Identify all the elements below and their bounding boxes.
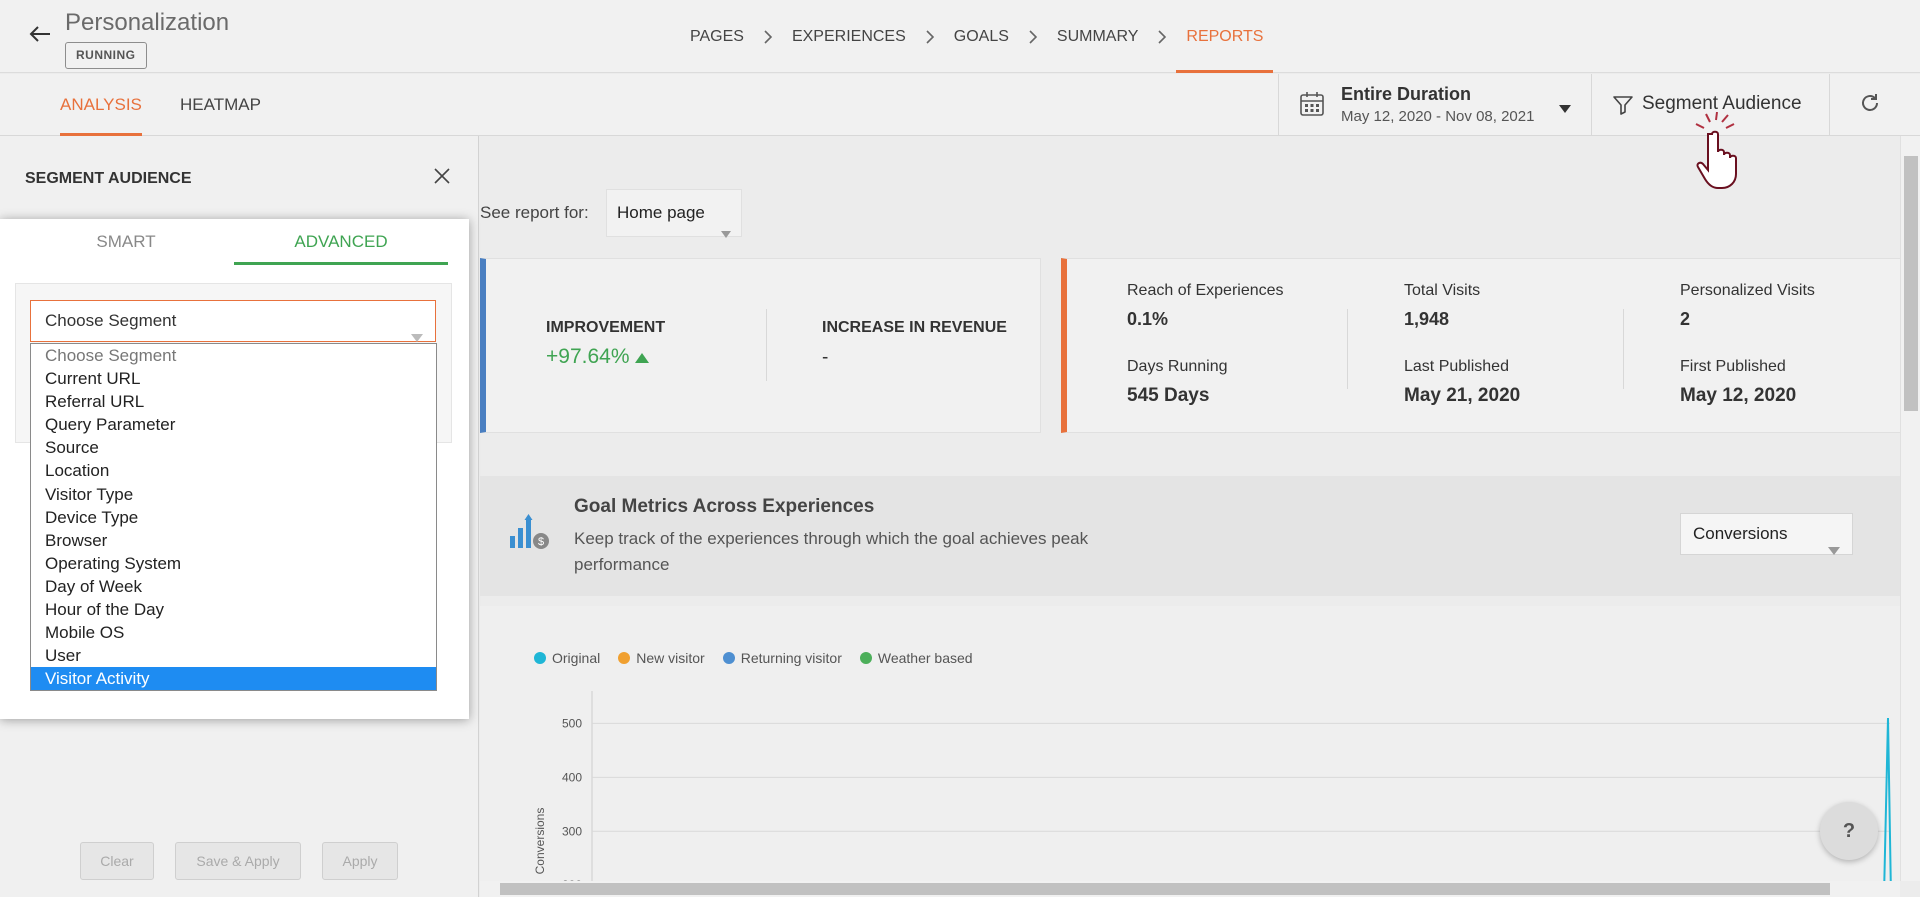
total-visits-value: 1,948 — [1404, 309, 1450, 329]
reach-value: 0.1% — [1127, 309, 1169, 329]
scrollbar-thumb[interactable] — [1904, 156, 1918, 411]
y-axis-label: Conversions — [533, 808, 547, 875]
y-tick-label: 500 — [562, 716, 582, 730]
option-visitor-type[interactable]: Visitor Type — [31, 483, 436, 506]
page-title: Personalization — [65, 9, 230, 36]
page-select[interactable]: Home page — [606, 189, 742, 238]
option-referral-url[interactable]: Referral URL — [31, 390, 436, 413]
pointer-hand-icon — [1690, 111, 1750, 197]
divider — [1347, 309, 1348, 389]
improvement-card: IMPROVEMENT +97.64% INCREASE IN REVENUE … — [480, 258, 1041, 433]
option-user[interactable]: User — [31, 644, 436, 667]
personalized-visits-label: Personalized Visits — [1680, 282, 1815, 299]
days-running-label: Days Running — [1127, 358, 1228, 375]
divider — [766, 309, 767, 381]
close-icon[interactable] — [432, 166, 458, 192]
report-main: See report for: Home page IMPROVEMENT +9… — [480, 136, 1900, 881]
improvement-label: IMPROVEMENT — [546, 319, 666, 336]
tab-heatmap[interactable]: HEATMAP — [180, 74, 261, 135]
last-published-label: Last Published — [1404, 358, 1509, 375]
revenue-value: - — [822, 347, 829, 368]
apply-button[interactable]: Apply — [322, 842, 398, 880]
goal-metrics-description: Keep track of the experiences through wh… — [574, 529, 1089, 574]
chevron-right-icon — [757, 29, 779, 44]
revenue-label: INCREASE IN REVENUE — [822, 319, 1007, 336]
clear-button[interactable]: Clear — [80, 842, 154, 880]
step-summary[interactable]: SUMMARY — [1047, 0, 1149, 73]
tab-smart[interactable]: SMART — [20, 219, 232, 265]
option-day-of-week[interactable]: Day of Week — [31, 575, 436, 598]
first-published-value: May 12, 2020 — [1680, 385, 1797, 406]
panel-title: SEGMENT AUDIENCE — [25, 170, 192, 187]
report-toolbar: ANALYSIS HEATMAP Entire Duration May 12,… — [0, 74, 1920, 136]
step-goals[interactable]: GOALS — [944, 0, 1019, 73]
option-query-parameter[interactable]: Query Parameter — [31, 413, 436, 436]
option-mobile-os[interactable]: Mobile OS — [31, 621, 436, 644]
goal-metrics-title: Goal Metrics Across Experiences — [574, 496, 875, 517]
vertical-scrollbar[interactable] — [1900, 136, 1920, 881]
chart-canvas: 200300400500Conversions — [533, 691, 1892, 881]
segment-options-list: Choose Segment Current URL Referral URL … — [30, 343, 437, 691]
option-device-type[interactable]: Device Type — [31, 506, 436, 529]
divider — [1623, 309, 1624, 389]
scrollbar-thumb[interactable] — [500, 883, 1830, 895]
total-visits-label: Total Visits — [1404, 282, 1481, 299]
see-report-label: See report for: — [480, 203, 589, 222]
option-current-url[interactable]: Current URL — [31, 367, 436, 390]
metric-select-value: Conversions — [1693, 524, 1788, 543]
step-experiences[interactable]: EXPERIENCES — [782, 0, 916, 73]
date-range-picker[interactable]: Entire Duration May 12, 2020 - Nov 08, 2… — [1278, 74, 1592, 136]
days-running-value: 545 Days — [1127, 385, 1210, 406]
chevron-right-icon — [1151, 29, 1173, 44]
tab-advanced[interactable]: ADVANCED — [234, 219, 448, 265]
back-arrow-icon[interactable] — [26, 20, 54, 48]
calendar-icon — [1299, 91, 1325, 122]
select-value: Choose Segment — [45, 311, 177, 330]
caret-down-icon — [721, 210, 731, 256]
chevron-right-icon — [919, 29, 941, 44]
personalized-visits-value: 2 — [1680, 309, 1691, 329]
growth-chart-icon: $ — [508, 514, 550, 555]
save-apply-button[interactable]: Save & Apply — [175, 842, 301, 880]
date-range-title: Entire Duration — [1341, 84, 1472, 104]
option-operating-system[interactable]: Operating System — [31, 552, 436, 575]
status-badge: RUNNING — [65, 42, 147, 69]
segment-modal: SMART ADVANCED Choose Segment Choose Seg… — [0, 219, 469, 719]
option-hour-of-day[interactable]: Hour of the Day — [31, 598, 436, 621]
improvement-number: +97.64% — [546, 345, 630, 368]
series-line-original — [1883, 717, 1892, 881]
arrow-up-icon — [635, 345, 650, 368]
improvement-value: +97.64% — [546, 345, 650, 369]
top-header: Personalization RUNNING PAGES EXPERIENCE… — [0, 0, 1920, 73]
step-reports[interactable]: REPORTS — [1176, 0, 1274, 73]
option-location[interactable]: Location — [31, 459, 436, 482]
y-tick-label: 300 — [562, 824, 582, 838]
step-pages[interactable]: PAGES — [680, 0, 754, 73]
choose-segment-select[interactable]: Choose Segment — [30, 300, 436, 342]
horizontal-scrollbar[interactable] — [480, 881, 1900, 897]
reach-label: Reach of Experiences — [1127, 282, 1284, 299]
caret-down-icon — [1559, 100, 1571, 118]
option-visitor-activity[interactable]: Visitor Activity — [31, 667, 436, 691]
refresh-icon[interactable] — [1858, 91, 1886, 119]
page-select-value: Home page — [617, 203, 705, 222]
filter-icon — [1612, 94, 1634, 121]
date-range-value: May 12, 2020 - Nov 08, 2021 — [1341, 108, 1535, 125]
y-tick-label: 400 — [562, 770, 582, 784]
tab-analysis[interactable]: ANALYSIS — [60, 74, 142, 136]
conversions-chart: Original New visitor Returning visitor W… — [480, 606, 1900, 881]
option-choose-segment[interactable]: Choose Segment — [31, 344, 436, 367]
first-published-label: First Published — [1680, 358, 1786, 375]
help-button[interactable]: ? — [1820, 802, 1878, 860]
last-published-value: May 21, 2020 — [1404, 385, 1521, 406]
option-source[interactable]: Source — [31, 436, 436, 459]
svg-text:$: $ — [538, 536, 544, 548]
metric-select[interactable]: Conversions — [1680, 513, 1853, 555]
option-browser[interactable]: Browser — [31, 529, 436, 552]
step-breadcrumb: PAGES EXPERIENCES GOALS SUMMARY REPORTS — [680, 0, 1274, 73]
goal-metrics-header: $ Goal Metrics Across Experiences Keep t… — [480, 476, 1900, 596]
chevron-right-icon — [1022, 29, 1044, 44]
experience-stats-card: Reach of Experiences 0.1% Days Running 5… — [1061, 258, 1900, 433]
caret-down-icon — [1828, 530, 1840, 570]
